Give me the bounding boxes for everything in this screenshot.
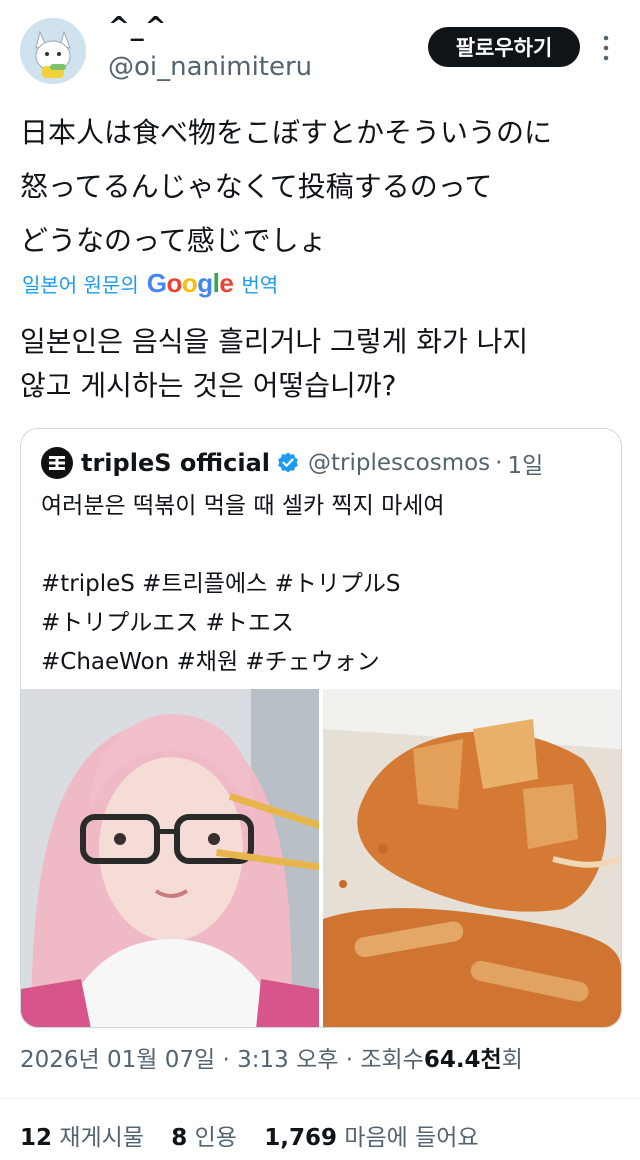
quotes-label: 인용 [194,1125,237,1151]
meta-separator: · [345,1047,354,1073]
quoted-text-line: #ChaeWon #채원 #チェウォン [41,649,380,675]
translated-line: 일본인은 음식을 흘리거나 그렇게 화가 나지 [20,325,529,358]
reposts-stat[interactable]: 12 재게시물 [20,1125,144,1151]
views-count: 64.4천 [423,1047,502,1073]
quoted-media [21,689,621,1027]
divider [0,1098,640,1099]
translation-attribution[interactable]: 일본어 원문의 Google 번역 [22,268,278,299]
quotes-count: 8 [171,1125,188,1151]
follow-button[interactable]: 팔로우하기 [428,27,580,67]
quoted-text-line: 여러분은 떡볶이 먹을 때 셀카 찍지 마세여 [41,493,445,519]
post-translated-text: 일본인은 음식을 흘리거나 그렇게 화가 나지 않고 게시하는 것은 어떻습니까… [20,320,620,408]
avatar[interactable] [20,18,86,84]
meta-separator: · [222,1047,230,1073]
quoted-post-text: 여러분은 떡볶이 먹을 때 셀카 찍지 마세여 #tripleS #트리플에스 … [41,487,611,682]
verified-badge-icon [278,452,298,473]
quoted-text-line [41,526,611,565]
selfie-image [21,689,319,1027]
views-suffix: 회 [501,1047,523,1073]
author-display-name[interactable]: ^_^ [108,12,168,42]
quoted-author-name[interactable]: tripleS official [81,449,270,477]
post-original-text: 日本人は食べ物をこぼすとかそういうのに 怒ってるんじゃなくて投稿するのって どう… [20,106,620,268]
cat-character-avatar-icon [20,18,86,84]
spilled-tteokbokki-photo[interactable] [323,689,621,1027]
author-handle[interactable]: @oi_nanimiteru [108,52,312,82]
post-header: ^_^ @oi_nanimiteru 팔로우하기 [0,0,640,100]
likes-stat[interactable]: 1,769 마음에 들어요 [264,1125,478,1151]
quoted-timestamp[interactable]: 1일 [507,446,543,480]
post-text-line: 怒ってるんじゃなくて投稿するのって [20,170,493,203]
google-logo-icon: Google [146,268,234,298]
quoted-separator: · [495,450,503,476]
views-label: 조회수 [360,1047,424,1073]
reposts-label: 재게시물 [59,1125,144,1151]
quoted-text-line: #tripleS #트리플에스 #トリプルS [41,571,401,597]
quotes-stat[interactable]: 8 인용 [171,1125,237,1151]
triples-logo-icon [41,447,73,479]
post-meta: 2026년 01월 07일 · 3:13 오후 · 조회수64.4천회 [20,1040,523,1074]
translated-line: 않고 게시하는 것은 어떻습니까? [20,369,397,402]
tteokbokki-image [323,689,621,1027]
quoted-post-header: tripleS official @triplescosmos · 1일 [41,445,543,481]
post-stats: 12 재게시물 8 인용 1,769 마음에 들어요 [20,1118,479,1152]
likes-label: 마음에 들어요 [344,1125,479,1151]
quoted-author-handle[interactable]: @triplescosmos [308,450,490,476]
post-time[interactable]: 3:13 오후 [237,1047,338,1073]
selfie-photo[interactable] [21,689,319,1027]
quoted-post-card[interactable]: tripleS official @triplescosmos · 1일 여러분… [20,428,622,1028]
post-date[interactable]: 2026년 01월 07일 [20,1047,215,1073]
likes-count: 1,769 [264,1125,338,1151]
translation-prefix: 일본어 원문의 [22,273,139,297]
translation-suffix: 번역 [241,273,279,297]
more-vertical-icon[interactable] [598,30,614,66]
reposts-count: 12 [20,1125,53,1151]
quoted-text-line: #トリプルエス #トエス [41,610,294,636]
post-text-line: 日本人は食べ物をこぼすとかそういうのに [20,116,553,149]
post-text-line: どうなのって感じでしょ [20,224,327,257]
